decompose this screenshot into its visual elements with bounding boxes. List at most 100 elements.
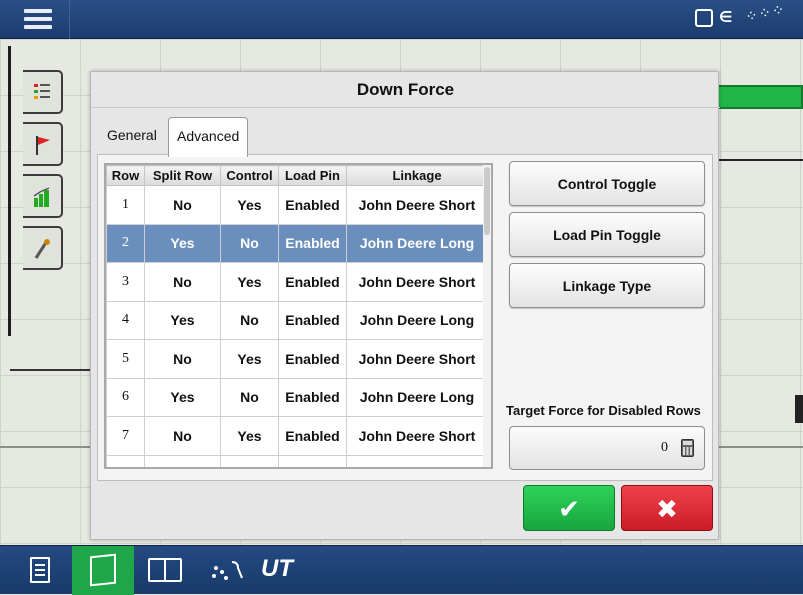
cell-control (220, 454, 279, 467)
table-row-selected[interactable]: 2 Yes No Enabled John Deere Long (106, 223, 488, 263)
cell-split-row: Yes (144, 223, 221, 263)
chart-icon (33, 187, 50, 207)
cell-control: Yes (220, 416, 279, 456)
cell-split-row (144, 454, 221, 467)
linkage-type-button[interactable]: Linkage Type (509, 263, 705, 308)
table-row[interactable]: 1 No Yes Enabled John Deere Short (106, 185, 488, 225)
table-scrollbar[interactable] (483, 165, 491, 467)
target-force-field[interactable]: 0 (509, 426, 705, 470)
cell-split-row: No (144, 416, 221, 456)
flag-tab[interactable] (23, 122, 63, 166)
down-force-dialog: Down Force General Advanced Row Split Ro… (90, 71, 720, 540)
cell-control: No (220, 223, 279, 263)
table-row[interactable]: 3 No Yes Enabled John Deere Short (106, 262, 488, 302)
scrollbar-thumb[interactable] (484, 167, 490, 235)
cell-control: No (220, 300, 279, 340)
control-toggle-button[interactable]: Control Toggle (509, 161, 705, 206)
top-bar: ∈ ⁘⁘⁘ (0, 0, 803, 39)
cell-split-row: Yes (144, 300, 221, 340)
cell-control: Yes (220, 185, 279, 225)
display-icon[interactable] (695, 9, 713, 27)
tab-general[interactable]: General (99, 117, 165, 154)
table-row[interactable]: 6 Yes No Enabled John Deere Long (106, 377, 488, 417)
column-header-load-pin: Load Pin (278, 165, 347, 186)
table-row[interactable]: 5 No Yes Enabled John Deere Short (106, 339, 488, 379)
row-settings-table: Row Split Row Control Load Pin Linkage 1… (106, 165, 488, 467)
menu-icon[interactable] (10, 0, 70, 39)
nav-setup[interactable] (10, 546, 72, 595)
cell-row: 7 (106, 416, 145, 456)
cell-load-pin: Enabled (278, 300, 347, 340)
cell-row (106, 454, 145, 467)
cell-control: Yes (220, 339, 279, 379)
cancel-button[interactable]: ✖ (621, 485, 713, 531)
chart-tab[interactable] (23, 174, 63, 218)
load-pin-toggle-label: Load Pin Toggle (553, 227, 661, 243)
cell-split-row: No (144, 339, 221, 379)
column-header-linkage: Linkage (346, 165, 488, 186)
status-icons: ∈ ⁘⁘⁘ (695, 1, 795, 34)
cell-control: Yes (220, 262, 279, 302)
map-boundary (10, 369, 90, 371)
cell-linkage: John Deere Long (346, 377, 488, 417)
tab-advanced[interactable]: Advanced (168, 117, 249, 157)
cell-row: 5 (106, 339, 145, 379)
target-force-label: Target Force for Disabled Rows (506, 403, 701, 418)
cell-row: 1 (106, 185, 145, 225)
cell-split-row: No (144, 185, 221, 225)
ok-button[interactable]: ✔ (523, 485, 615, 531)
document-icon (30, 557, 50, 583)
wrench-icon (34, 239, 50, 259)
target-force-value: 0 (661, 440, 668, 455)
signal-icon[interactable]: ⁘⁘⁘ (744, 0, 787, 26)
cell-linkage: John Deere Short (346, 185, 488, 225)
split-screen-icon (148, 558, 182, 582)
ut-label: UT (261, 555, 293, 582)
calculator-icon[interactable] (681, 439, 694, 457)
cell-split-row: Yes (144, 377, 221, 417)
map-icon (90, 553, 116, 587)
table-row[interactable]: 7 No Yes Enabled John Deere Short (106, 416, 488, 456)
load-pin-toggle-button[interactable]: Load Pin Toggle (509, 212, 705, 257)
map-side-tabs (8, 46, 63, 336)
layers-tab[interactable] (23, 70, 63, 114)
cell-load-pin: Enabled (278, 377, 347, 417)
table-row[interactable]: 4 Yes No Enabled John Deere Long (106, 300, 488, 340)
gps-icon[interactable]: ∈ (719, 8, 732, 26)
cell-linkage: John Deere Long (346, 300, 488, 340)
cell-linkage (346, 454, 488, 467)
planter-icon (212, 561, 243, 580)
nav-universal-terminal[interactable]: UT (246, 546, 308, 595)
control-toggle-label: Control Toggle (557, 176, 657, 192)
bottom-nav: UT (0, 545, 803, 595)
cell-load-pin: Enabled (278, 416, 347, 456)
cell-linkage: John Deere Long (346, 223, 488, 263)
cell-row: 4 (106, 300, 145, 340)
cell-linkage: John Deere Short (346, 339, 488, 379)
cell-load-pin: Enabled (278, 262, 347, 302)
flag-icon (36, 136, 50, 155)
map-panel-frame (715, 159, 803, 423)
column-header-split-row: Split Row (144, 165, 221, 186)
column-header-control: Control (220, 165, 279, 186)
cell-linkage: John Deere Short (346, 262, 488, 302)
cell-load-pin (278, 454, 347, 467)
cell-control: No (220, 377, 279, 417)
row-table[interactable]: Row Split Row Control Load Pin Linkage 1… (104, 163, 493, 469)
layers-icon (34, 84, 50, 99)
nav-split-screen[interactable] (134, 546, 196, 595)
cell-split-row: No (144, 262, 221, 302)
tools-tab[interactable] (23, 226, 63, 270)
cell-load-pin: Enabled (278, 185, 347, 225)
cell-load-pin: Enabled (278, 223, 347, 263)
cell-row: 6 (106, 377, 145, 417)
dialog-title: Down Force (91, 72, 720, 108)
column-header-row: Row (106, 165, 145, 186)
cell-row: 3 (106, 262, 145, 302)
table-row[interactable] (106, 454, 488, 467)
cell-load-pin: Enabled (278, 339, 347, 379)
cell-linkage: John Deere Short (346, 416, 488, 456)
linkage-type-label: Linkage Type (562, 278, 652, 294)
nav-map[interactable] (72, 546, 134, 595)
cell-row: 2 (106, 223, 145, 263)
